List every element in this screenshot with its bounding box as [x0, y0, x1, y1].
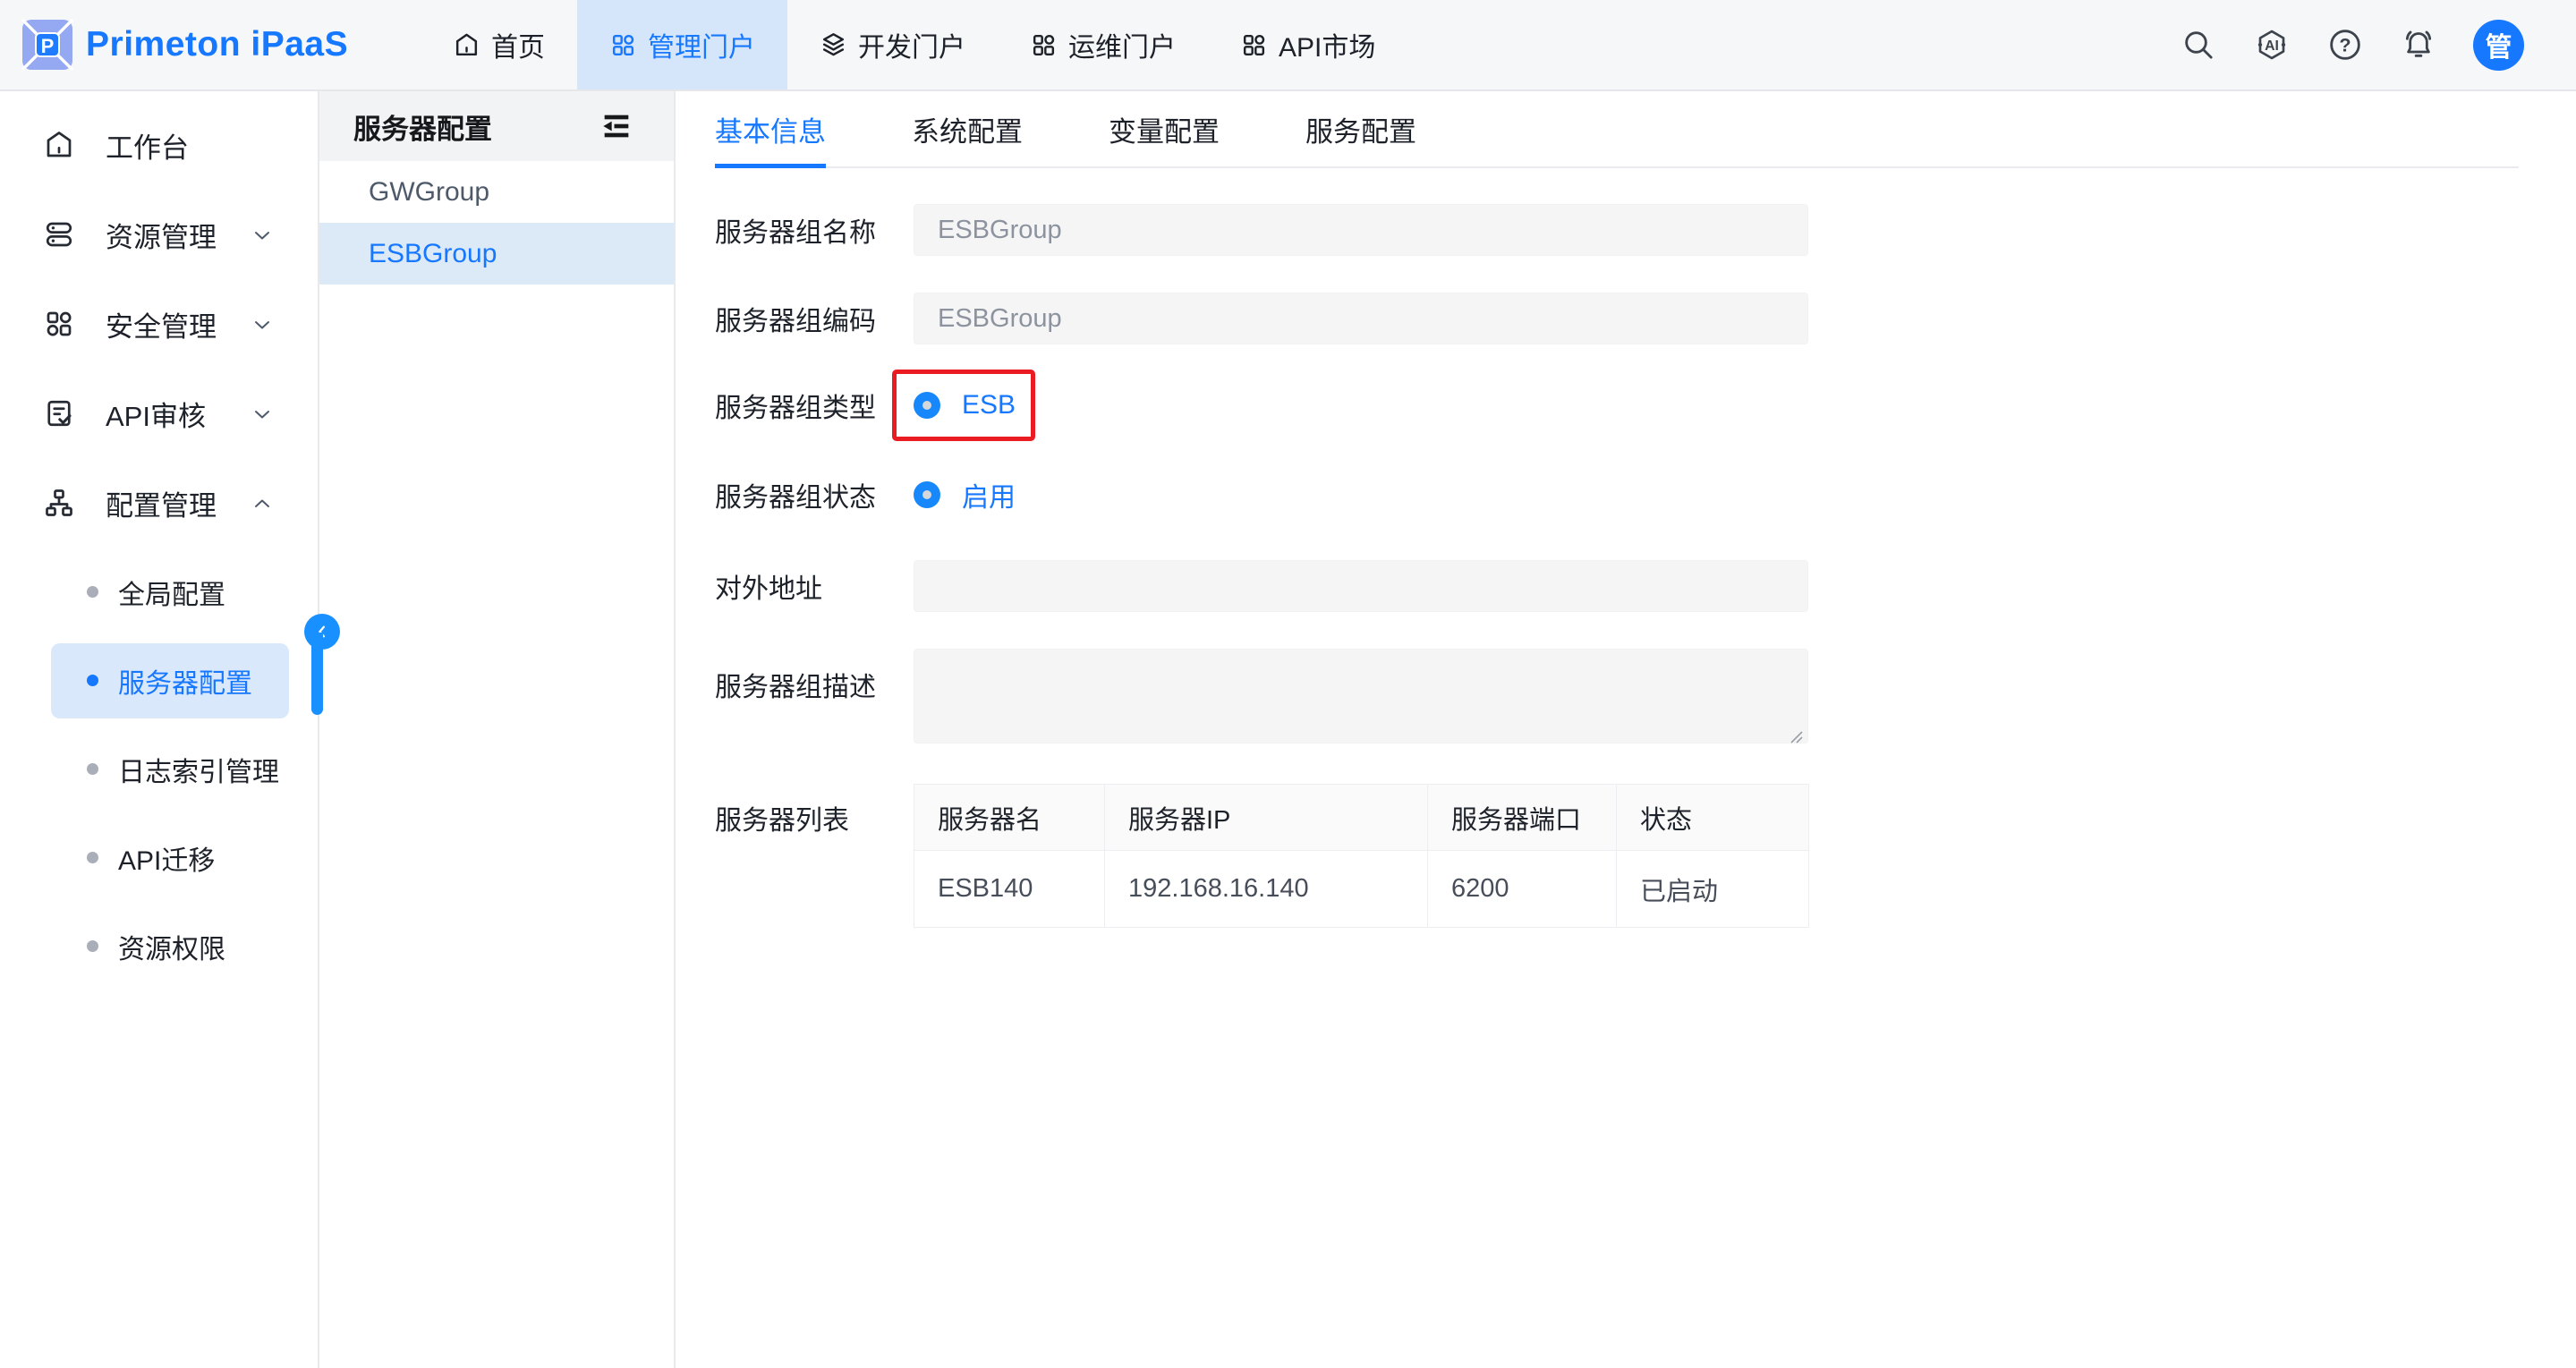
col-status: 状态 [1617, 785, 1809, 851]
sidebar-subitem-global-config[interactable]: 全局配置 [0, 548, 318, 636]
nav-home[interactable]: 首页 [421, 0, 577, 89]
collapse-bar[interactable] [311, 633, 323, 715]
help-icon[interactable]: ? [2326, 26, 2364, 64]
notifications-bell-icon[interactable] [2400, 26, 2437, 64]
nav-api-market[interactable]: API市场 [1208, 0, 1407, 89]
group-code-input[interactable] [914, 293, 1808, 344]
server-list-table: 服务器名 服务器IP 服务器端口 状态 ESB140 192.168.16.14… [914, 784, 1809, 928]
cell-server-port: 6200 [1428, 851, 1617, 928]
app-grid-icon [43, 308, 75, 340]
field-label-group-status: 服务器组状态 [715, 475, 914, 514]
bullet-dot [87, 763, 98, 775]
search-icon[interactable] [2180, 26, 2217, 64]
svg-text:AI: AI [2265, 38, 2279, 54]
tab-variable-config[interactable]: 变量配置 [1109, 91, 1220, 166]
bullet-dot [87, 940, 98, 952]
basic-info-form: 服务器组名称 服务器组编码 服务器组类型 ESB [677, 168, 2576, 928]
grid-icon [1030, 31, 1058, 59]
group-type-radio-group: ESB [914, 370, 1016, 441]
page-layout: 工作台 资源管理 安全管理 API审核 配置管理 全局配置 服务器 [0, 91, 2576, 1368]
topbar: P Primeton iPaaS 首页 管理门户 开发门户 运维门户 API市场 [0, 0, 2576, 91]
main-content: 基本信息 系统配置 变量配置 服务配置 服务器组名称 服务器组编码 服务器组类型 [677, 91, 2576, 1368]
group-type-radio-label[interactable]: ESB [962, 390, 1016, 421]
svg-text:P: P [41, 35, 55, 57]
group-status-radio-label[interactable]: 启用 [962, 475, 1016, 514]
group-status-radio-group: 启用 [914, 459, 1016, 531]
chevron-down-icon [251, 224, 273, 245]
table-row: ESB140 192.168.16.140 6200 已启动 [914, 851, 1809, 928]
col-server-name: 服务器名 [914, 785, 1105, 851]
cell-server-name: ESB140 [914, 851, 1105, 928]
home-icon [453, 31, 480, 59]
brand-name: Primeton iPaaS [86, 25, 348, 64]
field-label-group-type: 服务器组类型 [715, 386, 914, 425]
server-config-panel: 服务器配置 GWGroup ESBGroup [319, 91, 676, 1368]
server-group-item-gwgroup[interactable]: GWGroup [319, 161, 674, 223]
topbar-actions: AI ? 管 [2180, 20, 2576, 71]
sitemap-icon [43, 487, 75, 519]
layers-icon [820, 31, 847, 59]
table-header-row: 服务器名 服务器IP 服务器端口 状态 [914, 785, 1809, 851]
cell-status: 已启动 [1617, 851, 1809, 928]
sidebar-subitem-server-config[interactable]: 服务器配置 [0, 636, 318, 725]
col-server-port: 服务器端口 [1428, 785, 1617, 851]
panel-title: 服务器配置 [353, 106, 599, 147]
bullet-dot [87, 586, 98, 598]
chevron-down-icon [251, 313, 273, 335]
col-server-ip: 服务器IP [1105, 785, 1428, 851]
sidebar-subitem-resource-perms[interactable]: 资源权限 [0, 902, 318, 990]
tab-basic-info[interactable]: 基本信息 [715, 91, 826, 166]
sidebar-item-api-review[interactable]: API审核 [0, 369, 318, 458]
sidebar-collapse-handle[interactable] [304, 614, 340, 650]
grid-icon [609, 31, 637, 59]
tab-service-config[interactable]: 服务配置 [1305, 91, 1416, 166]
group-name-input[interactable] [914, 204, 1808, 256]
ai-assistant-icon[interactable]: AI [2253, 26, 2291, 64]
brand: P Primeton iPaaS [0, 19, 421, 71]
sidebar-subitem-api-migration[interactable]: API迁移 [0, 813, 318, 902]
sidebar-item-security[interactable]: 安全管理 [0, 279, 318, 369]
radio-selected-icon[interactable] [914, 481, 940, 508]
field-label-group-description: 服务器组描述 [715, 649, 914, 751]
field-label-group-code: 服务器组编码 [715, 299, 914, 338]
home-icon [43, 129, 75, 161]
nav-ops-portal[interactable]: 运维门户 [998, 0, 1208, 89]
external-address-input[interactable] [914, 560, 1808, 612]
document-check-icon [43, 397, 75, 429]
field-label-server-list: 服务器列表 [715, 784, 914, 928]
logo-icon: P [21, 19, 73, 71]
chevron-down-icon [251, 403, 273, 424]
sidebar-item-workbench[interactable]: 工作台 [0, 100, 318, 190]
tab-system-config[interactable]: 系统配置 [912, 91, 1023, 166]
sidebar-item-resources[interactable]: 资源管理 [0, 190, 318, 279]
field-label-external-address: 对外地址 [715, 566, 914, 606]
server-stack-icon [43, 218, 75, 251]
svg-text:?: ? [2339, 34, 2351, 56]
bullet-dot [87, 852, 98, 863]
sidebar-subitem-log-index[interactable]: 日志索引管理 [0, 725, 318, 813]
cell-server-ip: 192.168.16.140 [1105, 851, 1428, 928]
sidebar: 工作台 资源管理 安全管理 API审核 配置管理 全局配置 服务器 [0, 91, 319, 1368]
group-description-textarea[interactable] [914, 649, 1808, 743]
user-avatar[interactable]: 管 [2473, 20, 2524, 71]
sidebar-item-config[interactable]: 配置管理 [0, 458, 318, 548]
radio-selected-icon[interactable] [914, 392, 940, 419]
server-group-item-esbgroup[interactable]: ESBGroup [319, 223, 674, 285]
bullet-dot [87, 675, 98, 686]
top-navigation: 首页 管理门户 开发门户 运维门户 API市场 [421, 0, 1407, 89]
grid-icon [1240, 31, 1268, 59]
panel-header: 服务器配置 [319, 91, 674, 161]
detail-tabs: 基本信息 系统配置 变量配置 服务配置 [715, 91, 2519, 168]
chevron-up-icon [251, 492, 273, 514]
nav-admin-portal[interactable]: 管理门户 [577, 0, 787, 89]
nav-dev-portal[interactable]: 开发门户 [787, 0, 998, 89]
menu-fold-icon[interactable] [599, 108, 634, 144]
field-label-group-name: 服务器组名称 [715, 210, 914, 250]
